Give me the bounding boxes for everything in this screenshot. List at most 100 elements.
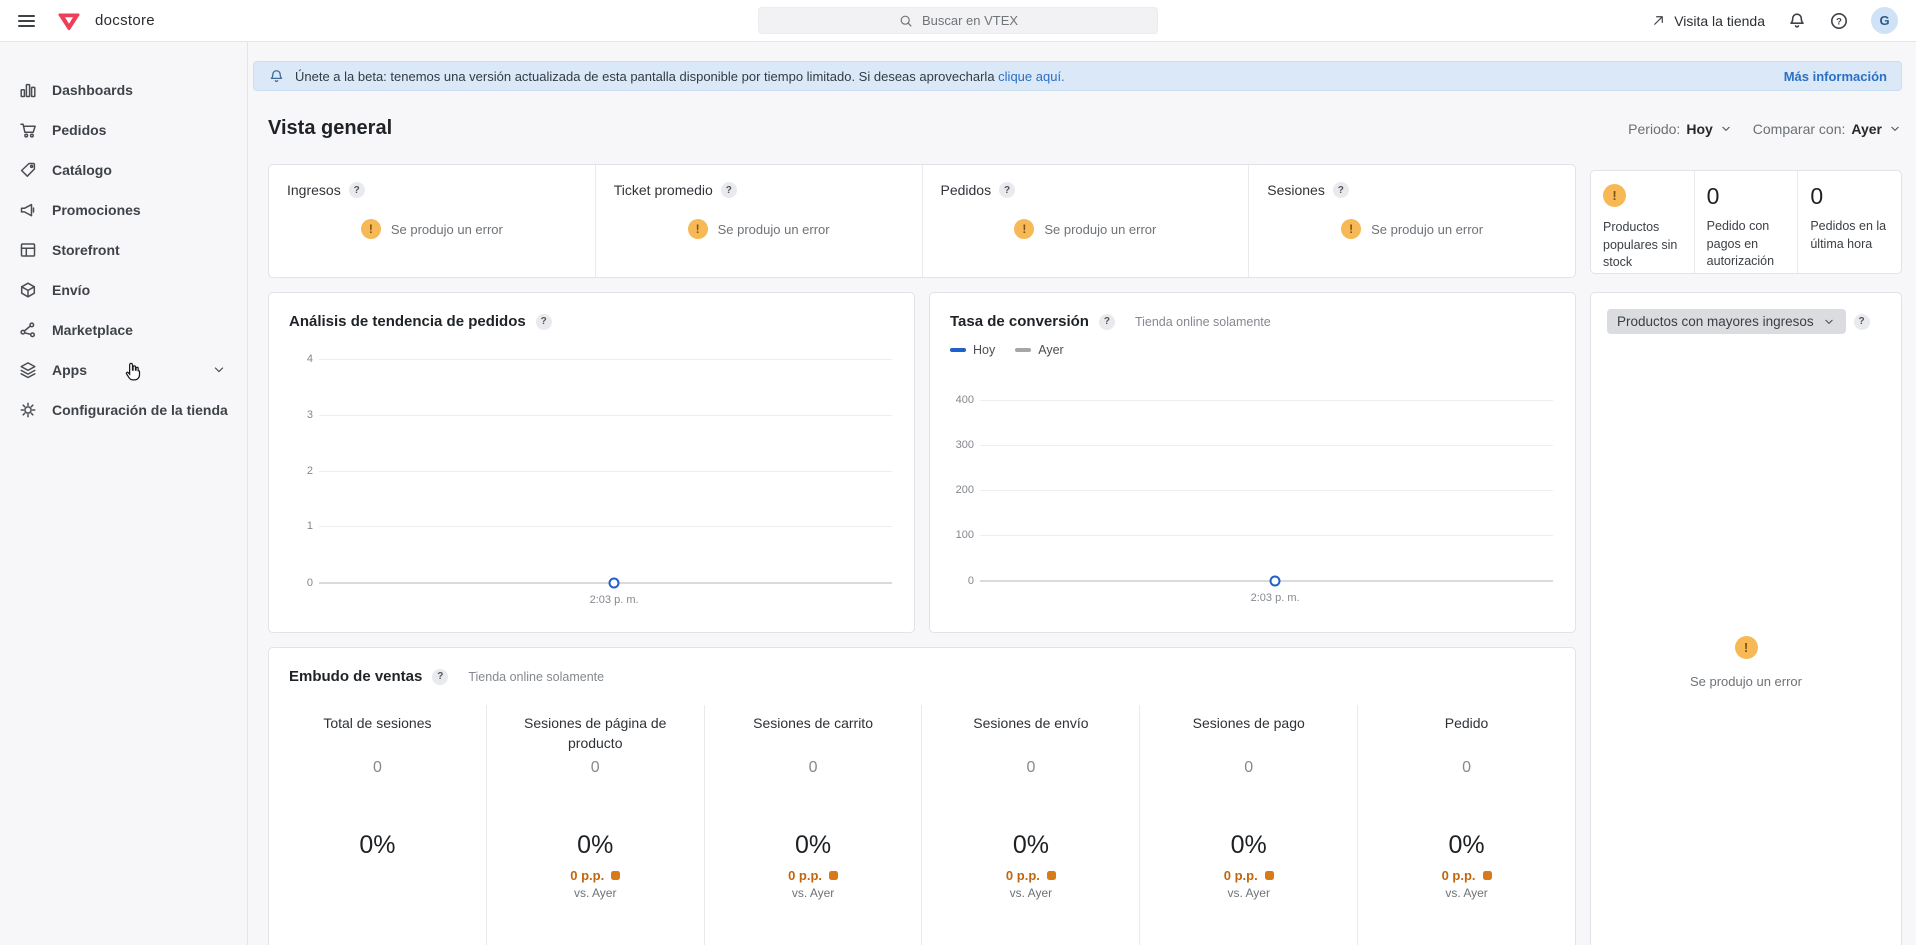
error-text: Se produjo un error bbox=[717, 221, 830, 237]
sidebar-item-dashboards[interactable]: Dashboards bbox=[0, 70, 247, 110]
funnel-col-carrito: Sesiones de carrito 0 0% 0 p.p. vs. Ayer bbox=[705, 705, 923, 945]
chart-title: Tasa de conversión bbox=[950, 313, 1089, 330]
error-text: Se produjo un error bbox=[1689, 674, 1802, 689]
beta-banner: Únete a la beta: tenemos una versión act… bbox=[253, 61, 1902, 91]
box-icon bbox=[20, 282, 36, 298]
stat-pedidos-ultima-hora: 0 Pedidos en la última hora bbox=[1798, 171, 1901, 273]
cart-icon bbox=[20, 123, 36, 138]
help-icon[interactable]: ? bbox=[1098, 313, 1115, 330]
conversion-rate-chart-card: Tasa de conversión ? Tienda online solam… bbox=[929, 292, 1576, 633]
chevron-down-icon bbox=[209, 362, 229, 378]
period-select[interactable]: Periodo: Hoy bbox=[1628, 121, 1733, 137]
megaphone-icon bbox=[20, 203, 35, 217]
help-icon[interactable]: ? bbox=[535, 313, 552, 330]
trend-dot-icon bbox=[829, 871, 839, 880]
quick-stats-card: ! Productos populares sin stock 0 Pedido… bbox=[1590, 170, 1902, 274]
trend-dot-icon bbox=[1046, 871, 1056, 880]
top-products-panel: Productos con mayores ingresos ? ! Se pr… bbox=[1590, 292, 1902, 945]
help-icon[interactable]: ? bbox=[720, 182, 737, 198]
sidebar-item-catalogo[interactable]: Catálogo bbox=[0, 150, 247, 190]
kpi-sesiones: Sesiones ? ! Se produjo un error bbox=[1249, 165, 1575, 277]
warning-icon: ! bbox=[1734, 636, 1758, 659]
sidebar: Dashboards Pedidos Catálogo Promociones … bbox=[0, 42, 248, 945]
kpi-ticket-promedio: Ticket promedio ? ! Se produjo un error bbox=[596, 165, 923, 277]
kpi-title: Ticket promedio bbox=[613, 182, 713, 198]
top-products-select[interactable]: Productos con mayores ingresos bbox=[1607, 309, 1846, 334]
gear-icon bbox=[20, 402, 36, 418]
x-axis-label: 2:03 p. m. bbox=[589, 594, 639, 606]
data-point[interactable] bbox=[608, 577, 620, 589]
stat-value: 0 bbox=[1706, 183, 1720, 209]
warning-icon: ! bbox=[1341, 219, 1362, 239]
legend-hoy: Hoy bbox=[950, 343, 995, 357]
arrow-up-right-icon bbox=[1654, 16, 1664, 25]
sidebar-item-apps[interactable]: Apps bbox=[0, 350, 247, 390]
funnel-col-pagina-producto: Sesiones de página de producto 0 0% 0 p.… bbox=[487, 705, 705, 945]
search-input[interactable]: Buscar en VTEX bbox=[758, 7, 1158, 34]
bar-chart-icon bbox=[20, 83, 36, 98]
trend-dot-icon bbox=[611, 871, 621, 880]
stat-pagos-autorizacion: 0 Pedido con pagos en autorización bbox=[1695, 171, 1799, 273]
chevron-down-icon bbox=[1891, 126, 1899, 131]
warning-icon: ! bbox=[1014, 219, 1035, 239]
chart-title: Análisis de tendencia de pedidos bbox=[289, 313, 526, 330]
trend-dot-icon bbox=[1482, 871, 1492, 880]
trend-dot-icon bbox=[1264, 871, 1274, 880]
data-point[interactable] bbox=[1269, 575, 1281, 587]
layout-icon bbox=[20, 243, 36, 257]
notifications-bell-icon[interactable] bbox=[1787, 11, 1807, 31]
orders-trend-chart-card: Análisis de tendencia de pedidos ? 4 3 2… bbox=[268, 292, 915, 633]
share-nodes-icon bbox=[20, 322, 36, 338]
warning-icon: ! bbox=[360, 219, 381, 239]
banner-message: Únete a la beta: tenemos una versión act… bbox=[295, 68, 1065, 84]
stat-label: Pedidos en la última hora bbox=[1810, 219, 1887, 251]
stat-value: 0 bbox=[1810, 183, 1824, 209]
avatar[interactable]: G bbox=[1871, 7, 1898, 34]
sidebar-item-envio[interactable]: Envío bbox=[0, 270, 247, 310]
account-name: docstore bbox=[95, 12, 155, 29]
bell-icon bbox=[270, 69, 283, 82]
main-content: Únete a la beta: tenemos una versión act… bbox=[248, 42, 1916, 945]
kpi-title: Sesiones bbox=[1267, 182, 1325, 198]
warning-icon: ! bbox=[1603, 184, 1626, 207]
stat-label: Pedido con pagos en autorización bbox=[1706, 219, 1775, 269]
sidebar-item-marketplace[interactable]: Marketplace bbox=[0, 310, 247, 350]
funnel-col-envio: Sesiones de envío 0 0% 0 p.p. vs. Ayer bbox=[922, 705, 1141, 945]
compare-select[interactable]: Comparar con: Ayer bbox=[1753, 121, 1902, 137]
search-icon bbox=[900, 15, 912, 27]
tag-icon bbox=[20, 162, 36, 177]
page-title: Vista general bbox=[268, 117, 393, 139]
svg-text:?: ? bbox=[1836, 16, 1842, 27]
panel-error: ! Se produjo un error bbox=[1607, 636, 1885, 689]
vtex-logo-icon[interactable] bbox=[57, 9, 81, 33]
kpi-pedidos: Pedidos ? ! Se produjo un error bbox=[923, 165, 1250, 277]
sidebar-item-pedidos[interactable]: Pedidos bbox=[0, 110, 247, 150]
sidebar-item-storefront[interactable]: Storefront bbox=[0, 230, 247, 270]
sales-funnel-card: Embudo de ventas ? Tienda online solamen… bbox=[268, 647, 1576, 945]
sidebar-item-configuracion[interactable]: Configuración de la tienda bbox=[0, 390, 247, 430]
kpi-ingresos: Ingresos ? ! Se produjo un error bbox=[269, 165, 596, 277]
topbar: docstore Buscar en VTEX Visita la tienda… bbox=[0, 0, 1916, 42]
help-icon[interactable]: ? bbox=[1332, 182, 1349, 198]
banner-link[interactable]: clique aquí. bbox=[998, 69, 1065, 84]
visit-store-button[interactable]: Visita la tienda bbox=[1651, 13, 1765, 29]
more-info-link[interactable]: Más información bbox=[1784, 69, 1887, 84]
menu-icon[interactable] bbox=[18, 14, 35, 27]
kpi-title: Ingresos bbox=[287, 182, 341, 198]
layers-icon bbox=[20, 362, 36, 379]
help-icon[interactable]: ? bbox=[1853, 313, 1870, 330]
legend-ayer: Ayer bbox=[1015, 343, 1064, 357]
kpi-title: Pedidos bbox=[940, 182, 992, 198]
error-text: Se produjo un error bbox=[1044, 221, 1157, 237]
funnel-col-total-sesiones: Total de sesiones 0 0% bbox=[269, 705, 487, 945]
funnel-col-pedido: Pedido 0 0% 0 p.p. vs. Ayer bbox=[1358, 705, 1575, 945]
help-icon[interactable]: ? bbox=[348, 182, 365, 198]
chevron-down-icon bbox=[1722, 126, 1730, 131]
help-icon[interactable]: ? bbox=[1829, 11, 1849, 31]
orders-trend-plot: 4 3 2 1 0 2:03 p. m. bbox=[289, 353, 892, 606]
help-icon[interactable]: ? bbox=[432, 668, 449, 685]
chevron-down-icon bbox=[1824, 319, 1833, 324]
sidebar-item-promociones[interactable]: Promociones bbox=[0, 190, 247, 230]
stat-productos-sin-stock: ! Productos populares sin stock bbox=[1591, 171, 1695, 273]
help-icon[interactable]: ? bbox=[999, 182, 1016, 198]
